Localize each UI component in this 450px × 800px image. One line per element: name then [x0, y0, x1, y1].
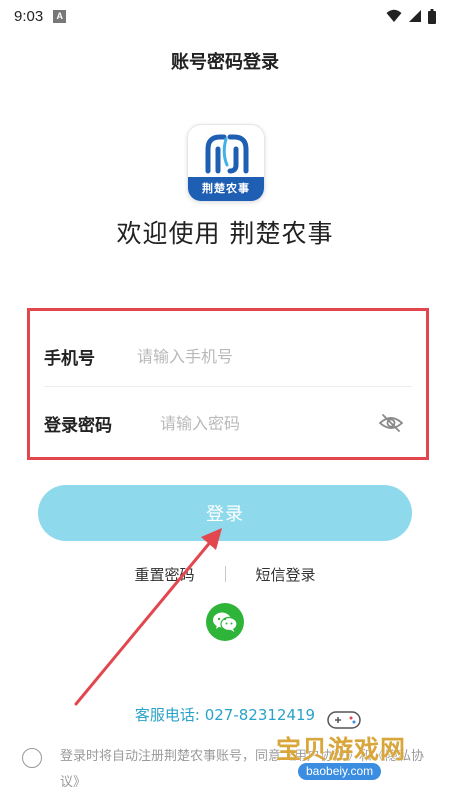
- battery-icon: [428, 8, 436, 24]
- password-label: 登录密码: [44, 415, 112, 436]
- login-button[interactable]: 登录: [38, 485, 412, 541]
- status-right: [386, 8, 436, 24]
- password-input[interactable]: [160, 413, 340, 433]
- wechat-icon: [213, 612, 238, 632]
- login-form: 手机号 登录密码: [27, 308, 429, 460]
- link-divider: [224, 566, 226, 582]
- app-logo: 荆楚农事: [187, 124, 265, 202]
- wifi-icon: [386, 9, 402, 22]
- secondary-links: 重置密码 短信登录: [0, 562, 450, 586]
- phone-label: 手机号: [44, 349, 95, 369]
- phone-input[interactable]: [137, 347, 357, 366]
- status-time: 9:03: [14, 7, 44, 25]
- wechat-login-button[interactable]: [206, 603, 244, 641]
- logo-band-text: 荆楚农事: [188, 177, 264, 201]
- sms-login-link[interactable]: 短信登录: [256, 564, 316, 585]
- eye-off-icon[interactable]: [378, 413, 404, 433]
- signal-icon: [409, 10, 421, 22]
- notification-icon: A: [53, 9, 67, 23]
- agreement-text[interactable]: 登录时将自动注册荆楚农事账号，同意《用户协议》和《隐私协议》: [60, 744, 430, 796]
- password-row: 登录密码: [44, 393, 412, 453]
- page-title: 账号密码登录: [171, 52, 279, 73]
- logo-mark-icon: [205, 134, 249, 174]
- welcome-text: 欢迎使用 荆楚农事: [116, 219, 334, 248]
- status-bar: 9:03 A: [0, 0, 450, 32]
- reset-password-link[interactable]: 重置密码: [134, 564, 194, 585]
- customer-service-hotline[interactable]: 客服电话: 027-82312419: [0, 704, 450, 725]
- agreement-row: 登录时将自动注册荆楚农事账号，同意《用户协议》和《隐私协议》: [22, 744, 442, 800]
- phone-row: 手机号: [44, 327, 412, 387]
- agreement-checkbox[interactable]: [22, 748, 42, 768]
